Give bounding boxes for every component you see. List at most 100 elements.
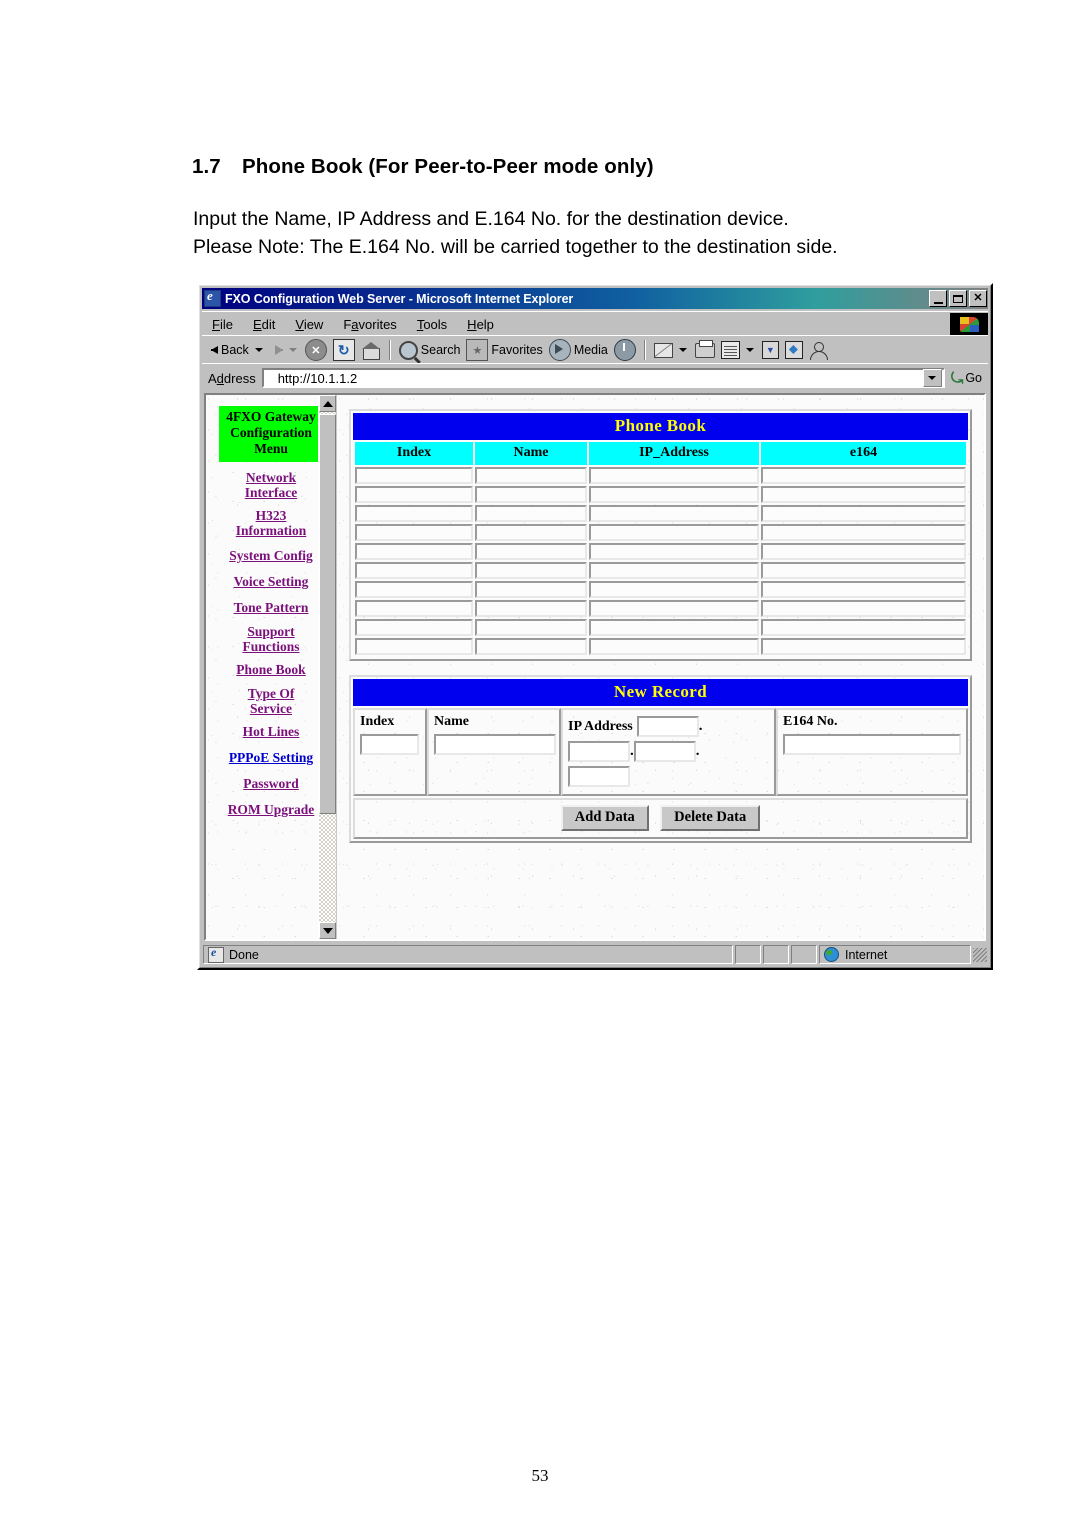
row-e164-input[interactable] bbox=[761, 505, 966, 522]
forward-button[interactable] bbox=[268, 338, 286, 362]
row-name-input[interactable] bbox=[475, 543, 587, 560]
row-name-input[interactable] bbox=[475, 524, 587, 541]
menu-item-help[interactable]: Help bbox=[457, 315, 504, 334]
row-e164-input[interactable] bbox=[761, 600, 966, 617]
row-index-input[interactable] bbox=[355, 562, 473, 579]
row-ip-input[interactable] bbox=[589, 600, 759, 617]
sidebar-scrollbar[interactable] bbox=[318, 395, 336, 939]
back-dropdown-icon[interactable] bbox=[254, 348, 263, 352]
user-button[interactable] bbox=[806, 338, 830, 362]
window-titlebar[interactable]: FXO Configuration Web Server - Microsoft… bbox=[202, 288, 988, 309]
discuss-button[interactable] bbox=[759, 338, 782, 362]
row-e164-input[interactable] bbox=[761, 638, 966, 655]
menu-item-file[interactable]: File bbox=[202, 315, 243, 334]
row-name-input[interactable] bbox=[475, 505, 587, 522]
row-index-input[interactable] bbox=[355, 600, 473, 617]
mail-dropdown-icon[interactable] bbox=[678, 348, 687, 352]
row-e164-input[interactable] bbox=[761, 581, 966, 598]
row-index-input[interactable] bbox=[355, 638, 473, 655]
delete-data-button[interactable]: Delete Data bbox=[660, 805, 761, 831]
home-button[interactable] bbox=[358, 338, 384, 362]
new-record-e164-input[interactable] bbox=[783, 734, 961, 755]
sidebar-item-support-functions[interactable]: Support Functions bbox=[206, 624, 336, 654]
row-name-input[interactable] bbox=[475, 486, 587, 503]
sidebar-item-rom-upgrade[interactable]: ROM Upgrade bbox=[206, 802, 336, 818]
row-e164-input[interactable] bbox=[761, 562, 966, 579]
row-ip-input[interactable] bbox=[589, 543, 759, 560]
row-name-input[interactable] bbox=[475, 581, 587, 598]
refresh-button[interactable] bbox=[330, 338, 358, 362]
row-ip-input[interactable] bbox=[589, 581, 759, 598]
row-ip-input[interactable] bbox=[589, 638, 759, 655]
sidebar-item-tone-pattern[interactable]: Tone Pattern bbox=[206, 600, 336, 616]
favorites-button[interactable]: Favorites bbox=[463, 338, 545, 362]
row-name-input[interactable] bbox=[475, 638, 587, 655]
row-index-input[interactable] bbox=[355, 505, 473, 522]
ip-octet-1-input[interactable] bbox=[636, 716, 699, 738]
ip-octet-2-input[interactable] bbox=[568, 741, 630, 763]
row-e164-input[interactable] bbox=[761, 524, 966, 541]
scroll-up-button[interactable] bbox=[319, 395, 336, 412]
scroll-down-button[interactable] bbox=[319, 922, 336, 939]
row-e164-input[interactable] bbox=[761, 543, 966, 560]
mail-button[interactable] bbox=[651, 338, 676, 362]
sidebar-item-phone-book[interactable]: Phone Book bbox=[206, 662, 336, 678]
search-button[interactable]: Search bbox=[396, 338, 464, 362]
scrollbar-thumb[interactable] bbox=[319, 414, 336, 814]
back-button[interactable]: Back bbox=[208, 338, 252, 362]
row-name-input[interactable] bbox=[475, 619, 587, 636]
sidebar-item-password[interactable]: Password bbox=[206, 776, 336, 792]
row-index-input[interactable] bbox=[355, 619, 473, 636]
row-index-input[interactable] bbox=[355, 543, 473, 560]
menu-item-tools[interactable]: Tools bbox=[407, 315, 457, 334]
minimize-button[interactable] bbox=[929, 290, 947, 307]
history-button[interactable] bbox=[611, 338, 639, 362]
row-ip-input[interactable] bbox=[589, 505, 759, 522]
new-record-name-input[interactable] bbox=[434, 734, 556, 755]
messenger-button[interactable] bbox=[782, 338, 806, 362]
sidebar-item-voice-setting[interactable]: Voice Setting bbox=[206, 574, 336, 590]
address-input[interactable]: http://10.1.1.2 bbox=[261, 368, 945, 388]
close-button[interactable]: ✕ bbox=[969, 290, 987, 307]
maximize-button[interactable] bbox=[949, 290, 967, 307]
sidebar-item-type-of-service[interactable]: Type Of Service bbox=[206, 686, 336, 716]
resize-grip[interactable] bbox=[973, 947, 987, 962]
status-zone-pane[interactable]: Internet bbox=[819, 945, 971, 964]
sidebar-item-network-interface[interactable]: Network Interface bbox=[206, 470, 336, 500]
menu-item-favorites[interactable]: Favorites bbox=[333, 315, 406, 334]
media-button[interactable]: Media bbox=[546, 338, 611, 362]
stop-button[interactable] bbox=[302, 338, 330, 362]
row-name-input[interactable] bbox=[475, 467, 587, 484]
row-ip-input[interactable] bbox=[589, 486, 759, 503]
row-ip-input[interactable] bbox=[589, 524, 759, 541]
row-index-input[interactable] bbox=[355, 581, 473, 598]
edit-dropdown-icon[interactable] bbox=[745, 348, 754, 352]
row-ip-input[interactable] bbox=[589, 467, 759, 484]
sidebar-item-system-config[interactable]: System Config bbox=[206, 548, 336, 564]
menu-item-edit[interactable]: Edit bbox=[243, 315, 285, 334]
row-e164-input[interactable] bbox=[761, 619, 966, 636]
row-index-input[interactable] bbox=[355, 524, 473, 541]
sidebar-item-pppoe-setting[interactable]: PPPoE Setting bbox=[206, 750, 336, 766]
row-e164-input[interactable] bbox=[761, 467, 966, 484]
forward-dropdown-icon[interactable] bbox=[288, 348, 297, 352]
menu-item-view[interactable]: View bbox=[285, 315, 333, 334]
sidebar-item-h323-information[interactable]: H323 Information bbox=[206, 508, 336, 538]
row-name-input[interactable] bbox=[475, 562, 587, 579]
row-ip-input[interactable] bbox=[589, 619, 759, 636]
ip-octet-3-input[interactable] bbox=[633, 741, 696, 763]
row-ip-input[interactable] bbox=[589, 562, 759, 579]
row-index-input[interactable] bbox=[355, 486, 473, 503]
address-dropdown-button[interactable] bbox=[922, 369, 942, 387]
row-index-input[interactable] bbox=[355, 467, 473, 484]
add-data-button[interactable]: Add Data bbox=[560, 805, 649, 831]
new-record-index-cell: Index bbox=[353, 708, 427, 796]
edit-button[interactable] bbox=[718, 338, 743, 362]
row-e164-input[interactable] bbox=[761, 486, 966, 503]
new-record-index-input[interactable] bbox=[360, 734, 419, 755]
print-button[interactable] bbox=[692, 338, 718, 362]
row-name-input[interactable] bbox=[475, 600, 587, 617]
sidebar-item-hot-lines[interactable]: Hot Lines bbox=[206, 724, 336, 740]
go-button[interactable]: ⤿ Go bbox=[945, 370, 988, 387]
ip-octet-4-input[interactable] bbox=[568, 766, 630, 788]
